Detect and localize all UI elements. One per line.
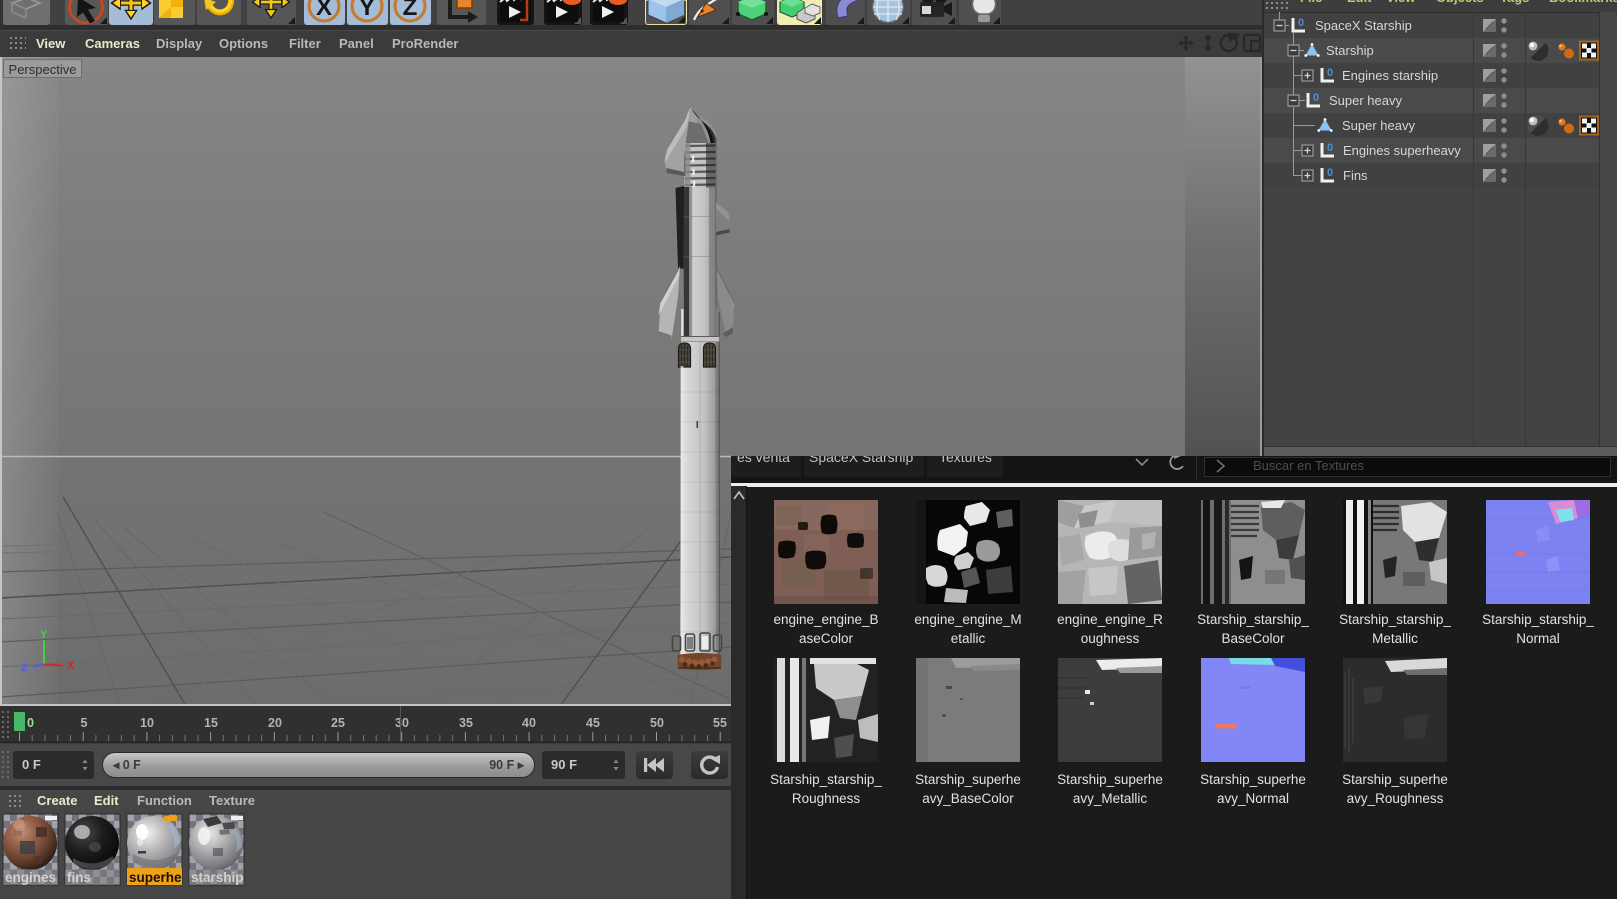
- svg-text:fins: fins: [67, 870, 91, 885]
- svg-text:20: 20: [268, 716, 282, 730]
- svg-text:40: 40: [522, 716, 536, 730]
- svg-text:engines: engines: [5, 870, 56, 885]
- svg-text:X: X: [316, 0, 332, 21]
- svg-text:55: 55: [713, 716, 727, 730]
- svg-text:starship: starship: [191, 870, 244, 885]
- svg-text:50: 50: [650, 716, 664, 730]
- svg-text:Z: Z: [21, 662, 28, 674]
- svg-text:superhe: superhe: [129, 870, 182, 885]
- svg-text:0: 0: [1327, 142, 1333, 154]
- svg-text:Z: Z: [403, 0, 418, 21]
- svg-text:0: 0: [1327, 67, 1333, 79]
- svg-text:45: 45: [586, 716, 600, 730]
- svg-text:35: 35: [459, 716, 473, 730]
- svg-text:0: 0: [1313, 92, 1319, 104]
- svg-text:10: 10: [140, 716, 154, 730]
- svg-text:Y: Y: [359, 0, 375, 21]
- svg-text:15: 15: [204, 716, 218, 730]
- svg-text:5: 5: [81, 716, 88, 730]
- svg-text:30: 30: [395, 716, 409, 730]
- svg-text:25: 25: [331, 716, 345, 730]
- svg-text:0: 0: [27, 716, 34, 730]
- svg-text:0: 0: [1298, 17, 1304, 29]
- svg-text:0: 0: [1327, 167, 1333, 179]
- svg-text:Y: Y: [40, 629, 48, 641]
- svg-text:X: X: [67, 660, 75, 672]
